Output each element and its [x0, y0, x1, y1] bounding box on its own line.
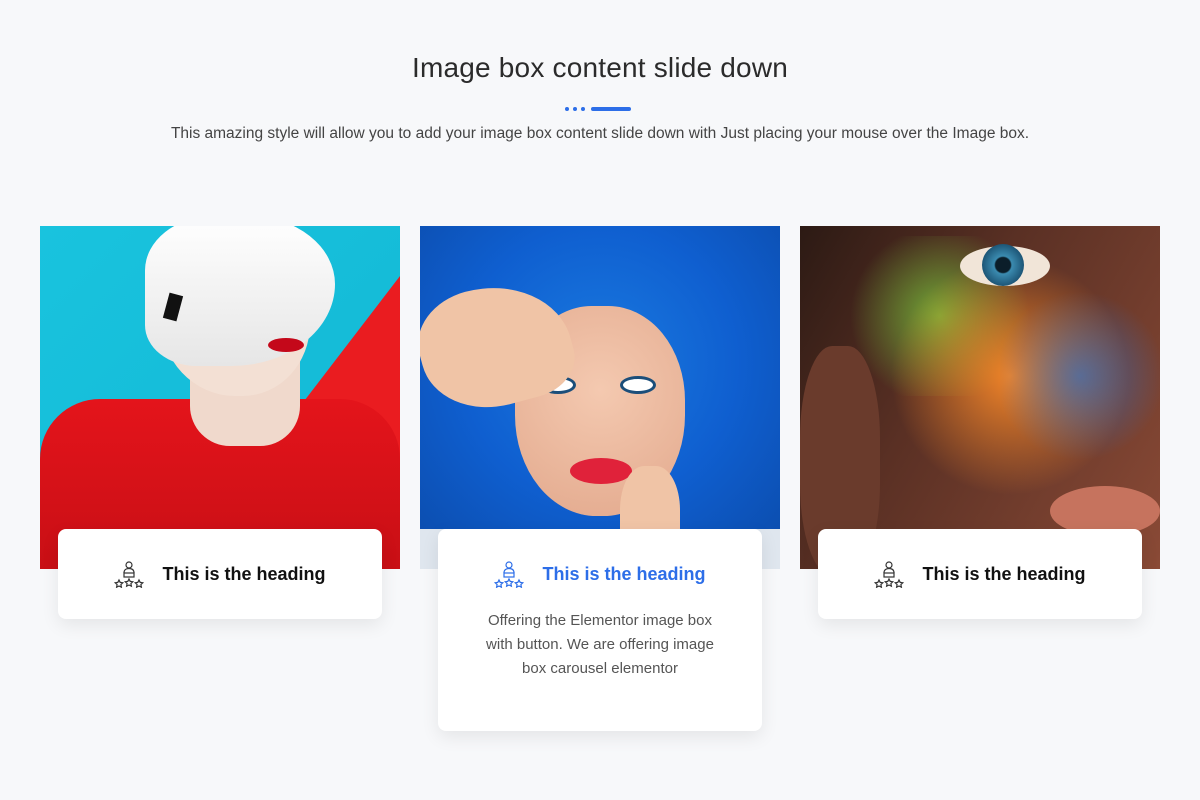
title-divider [565, 106, 631, 112]
image-box-card-2[interactable]: This is the heading Offering the Element… [420, 226, 780, 731]
card-content[interactable]: This is the heading Offering the Element… [438, 529, 762, 731]
card-heading[interactable]: This is the heading [542, 564, 705, 585]
image-box-card-1[interactable]: This is the heading [40, 226, 400, 619]
team-award-icon [494, 560, 525, 588]
card-heading[interactable]: This is the heading [162, 564, 325, 585]
card-heading[interactable]: This is the heading [922, 564, 1085, 585]
page-title: Image box content slide down [411, 52, 789, 83]
card-image[interactable] [800, 226, 1160, 569]
team-award-icon [874, 560, 905, 588]
card-content[interactable]: This is the heading [58, 529, 382, 619]
page: Image box content slide down This amazin… [0, 0, 1200, 800]
card-content[interactable]: This is the heading [818, 529, 1142, 619]
card-description: Offering the Elementor image box with bu… [486, 612, 714, 677]
image-box-card-3[interactable]: This is the heading [800, 226, 1160, 619]
page-subtitle: This amazing style will allow you to add… [170, 125, 1030, 142]
team-award-icon [114, 560, 145, 588]
card-image[interactable] [420, 226, 780, 569]
card-image[interactable] [40, 226, 400, 569]
